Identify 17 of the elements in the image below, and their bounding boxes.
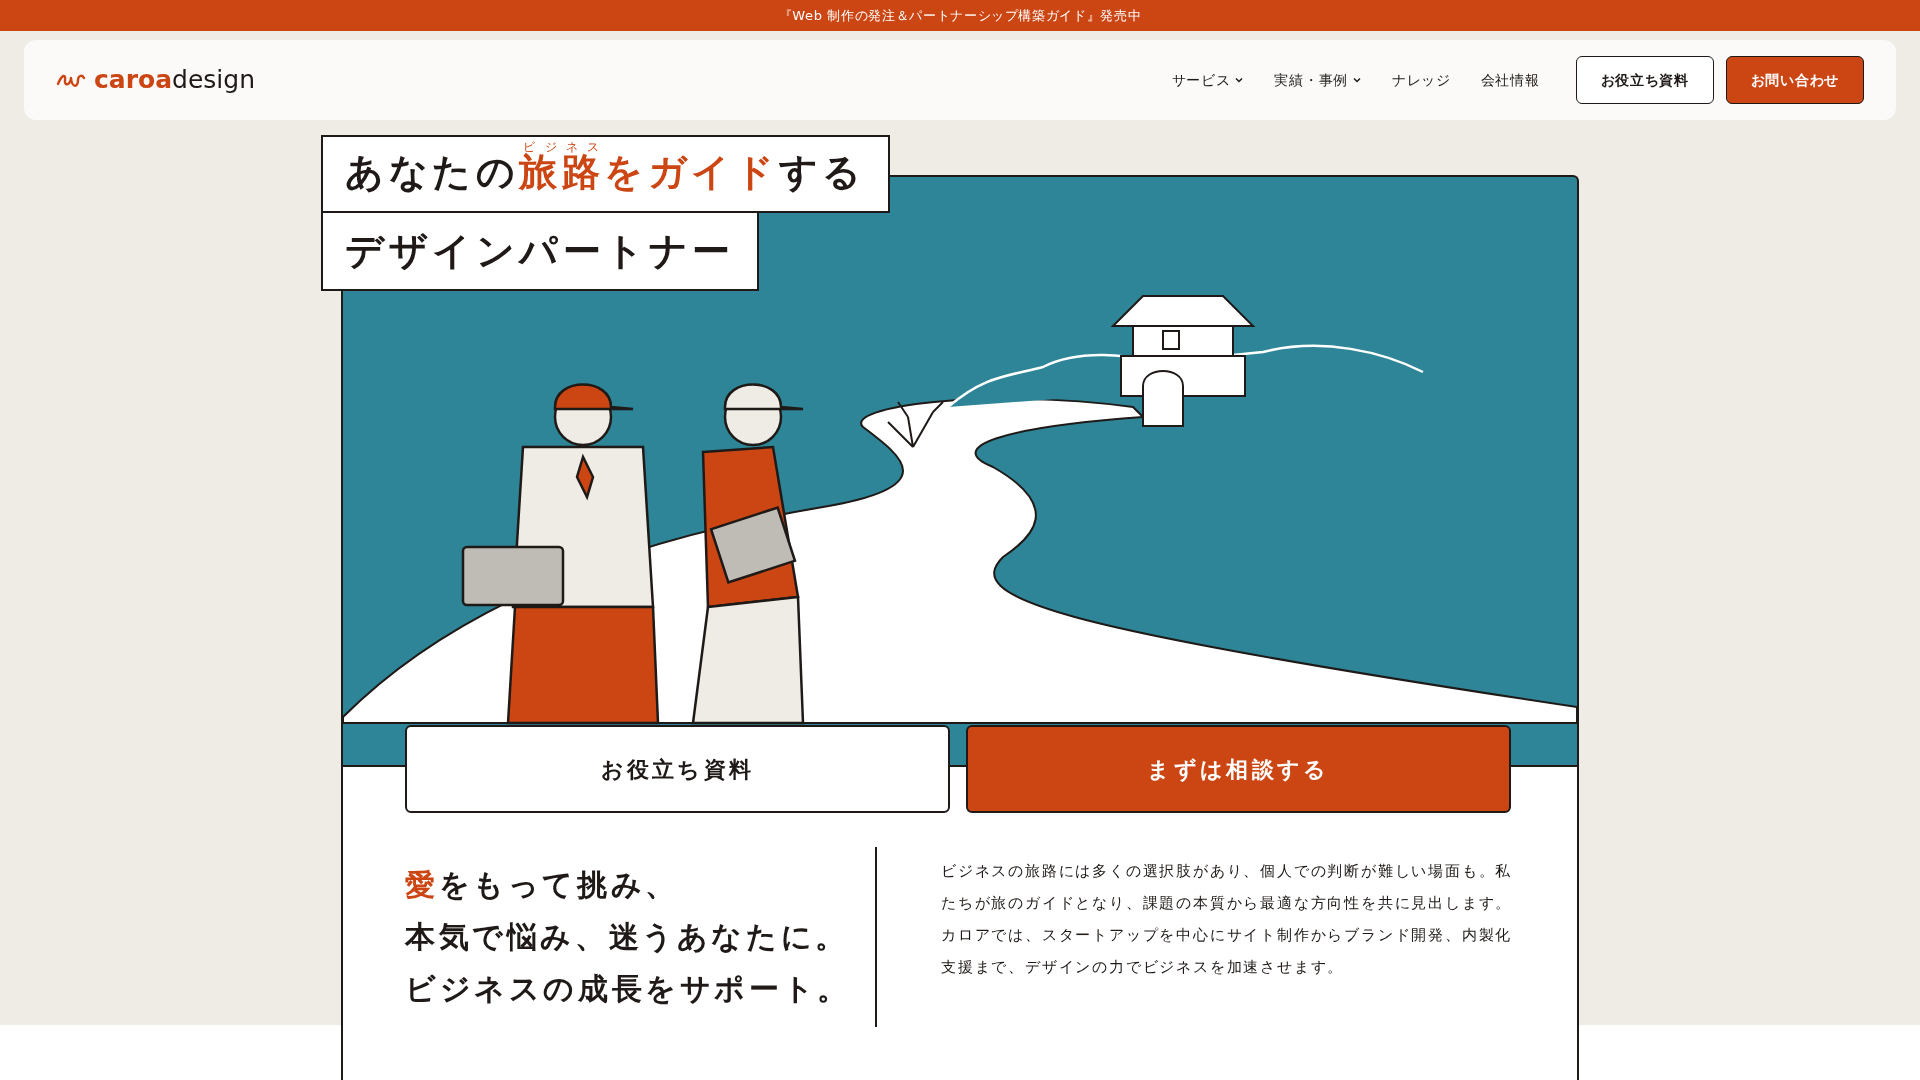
resources-button[interactable]: お役立ち資料 <box>1575 56 1714 104</box>
description-paragraph: カロアでは、スタートアップを中心にサイト制作からブランド開発、内製化支援まで、デザインの力でビジネスを加速させます。 <box>941 925 1514 978</box>
nav-link[interactable]: ナレッジ <box>1391 69 1451 91</box>
lead-heading: 愛 をもって挑み、 本気で悩み、迷うあなたに。 ビジネスの成長をサポート。 <box>405 866 852 1008</box>
hero-headline: デザインパートナー <box>321 213 760 291</box>
hero-headline: あなたの旅路 ビジネス をガイド する <box>321 135 890 213</box>
chevron-down-icon <box>1351 75 1362 85</box>
nav-link[interactable]: サービス <box>1171 69 1245 91</box>
nav-link[interactable]: 会社情報 <box>1480 69 1540 91</box>
contact-button[interactable]: お問い合わせ <box>1725 56 1864 104</box>
resources-button[interactable]: お役立ち資料 <box>405 725 950 813</box>
chevron-down-icon <box>1234 75 1245 85</box>
description-paragraph: ビジネスの旅路には多くの選択肢があり、個人での判断が難しい場面も。私たちが旅のガイドとなり、課題の本質から最適な方向性を共に見出します。 <box>941 861 1514 914</box>
contact-button[interactable]: まずは相談する <box>966 725 1511 813</box>
logo-link[interactable]: caroadesign <box>56 61 255 99</box>
nav-link[interactable]: 実績・事例 <box>1274 69 1362 91</box>
announcement-bar[interactable]: 『Web 制作の発注＆パートナーシップ構築ガイド』発売中 <box>0 0 1920 31</box>
